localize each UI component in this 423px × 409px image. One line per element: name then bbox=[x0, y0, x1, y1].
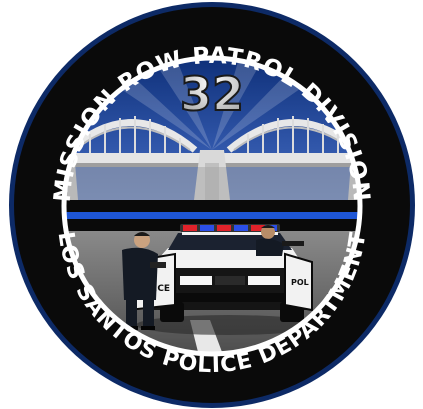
unit-number-plate: 32 bbox=[179, 66, 245, 122]
lspd-mission-row-emblem: POLICE POL 32 MISSION RO bbox=[9, 2, 415, 408]
car-door-right-label: POL bbox=[291, 278, 309, 287]
unit-number: 32 bbox=[180, 67, 244, 121]
